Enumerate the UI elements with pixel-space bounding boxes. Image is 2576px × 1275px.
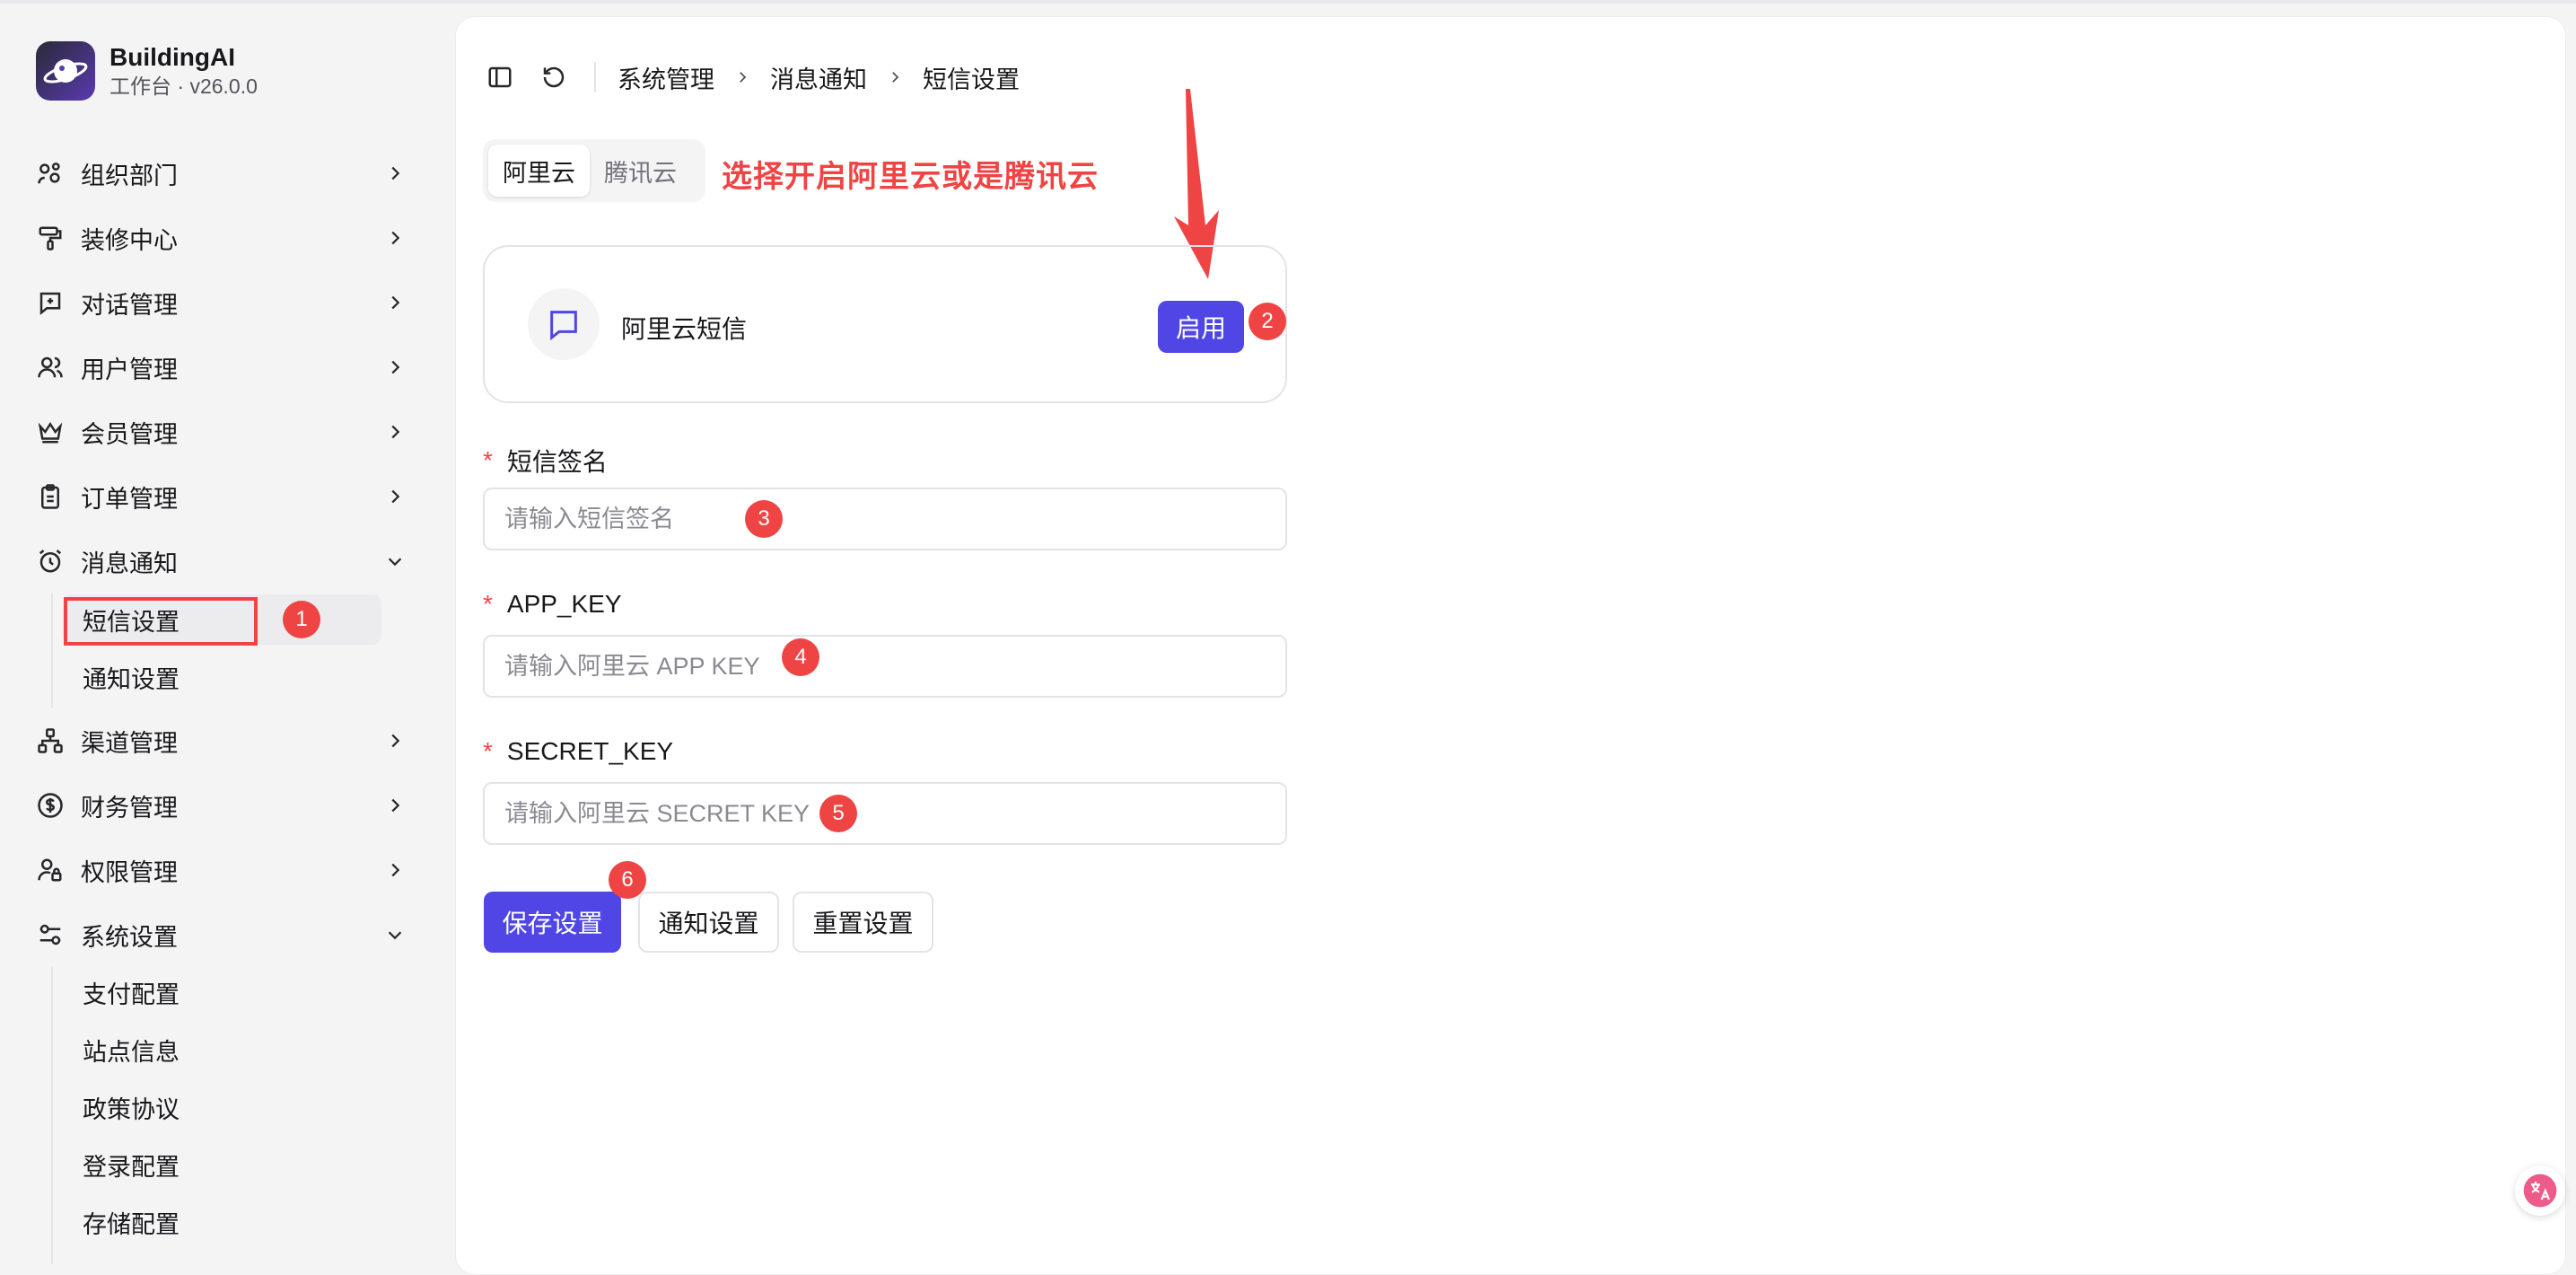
sidebar-item-orders[interactable]: 订单管理 xyxy=(36,471,413,522)
topbar: 系统管理 消息通知 短信设置 xyxy=(483,57,1020,98)
sidebar-item-permissions[interactable]: 权限管理 xyxy=(36,845,413,895)
sidebar-item-label: 会员管理 xyxy=(81,420,178,448)
enable-button[interactable]: 启用 xyxy=(1158,301,1244,353)
submenu-guide-line xyxy=(51,966,53,1264)
sidebar: BuildingAI 工作台 · v26.0.0 组织部门 装修中心 对话管理 … xyxy=(0,0,453,1264)
chevron-right-icon xyxy=(382,484,407,509)
sidebar-item-chat[interactable]: 对话管理 xyxy=(36,277,413,328)
chevron-right-icon xyxy=(382,857,407,883)
secret-key-label: * SECRET_KEY xyxy=(483,737,673,766)
brand-version: 工作台 · v26.0.0 xyxy=(110,75,258,98)
crown-icon xyxy=(36,418,65,446)
app-key-label: * APP_KEY xyxy=(483,590,622,619)
required-mark: * xyxy=(483,737,493,765)
sign-label-text: 短信签名 xyxy=(506,448,608,476)
chevron-right-icon xyxy=(382,161,407,186)
sidebar-item-label: 财务管理 xyxy=(81,794,178,822)
step-badge-4: 4 xyxy=(782,638,819,676)
translate-icon[interactable] xyxy=(2515,1165,2565,1216)
step-badge-5: 5 xyxy=(819,795,857,832)
user-lock-icon xyxy=(36,856,65,884)
submenu-guide-line xyxy=(51,593,53,708)
sidebar-subitem-site-info[interactable]: 站点信息 xyxy=(63,1024,381,1075)
secret-key-input[interactable] xyxy=(483,782,1287,845)
brand-logo-icon xyxy=(36,41,95,101)
app-key-label-text: APP_KEY xyxy=(506,590,622,618)
step-badge-1: 1 xyxy=(283,601,320,638)
sign-input[interactable] xyxy=(483,488,1287,550)
sidebar-item-notifications[interactable]: 消息通知 xyxy=(36,536,413,586)
chevron-down-icon xyxy=(382,922,407,947)
step-badge-6: 6 xyxy=(609,861,646,899)
sidebar-item-label: 对话管理 xyxy=(81,291,178,319)
step-badge-2: 2 xyxy=(1249,303,1286,340)
tab-tencent[interactable]: 腾讯云 xyxy=(590,145,691,197)
chevron-right-icon xyxy=(382,728,407,753)
aliyun-sms-card: 阿里云短信 启用 xyxy=(483,245,1287,403)
required-mark: * xyxy=(483,590,493,618)
chat-icon xyxy=(36,288,65,317)
chevron-right-icon xyxy=(734,69,750,85)
sidebar-item-system-settings[interactable]: 系统设置 xyxy=(36,910,413,960)
sidebar-item-label: 消息通知 xyxy=(81,550,178,577)
annotation-text: 选择开启阿里云或是腾讯云 xyxy=(722,160,1099,194)
sidebar-subitem-storage-config[interactable]: 存储配置 xyxy=(63,1197,381,1247)
brand-name: BuildingAI xyxy=(110,43,235,71)
main-panel: 系统管理 消息通知 短信设置 阿里云 腾讯云 选择开启阿里云或是腾讯云 阿里云短… xyxy=(455,16,2566,1275)
sidebar-item-label: 渠道管理 xyxy=(81,729,178,757)
sidebar-item-org[interactable]: 组织部门 xyxy=(36,148,413,198)
step-badge-3: 3 xyxy=(745,500,783,538)
sidebar-item-label: 系统设置 xyxy=(81,923,178,951)
sidebar-subitem-policy[interactable]: 政策协议 xyxy=(63,1082,381,1132)
tab-aliyun[interactable]: 阿里云 xyxy=(488,145,590,197)
alarm-icon xyxy=(36,547,65,576)
sidebar-item-label: 订单管理 xyxy=(81,485,178,513)
clipboard-icon xyxy=(36,482,65,511)
required-mark: * xyxy=(483,446,493,474)
sidebar-item-channels[interactable]: 渠道管理 xyxy=(36,716,413,766)
chevron-right-icon xyxy=(382,419,407,444)
card-title: 阿里云短信 xyxy=(621,315,748,343)
sidebar-item-label: 装修中心 xyxy=(81,226,178,254)
sidebar-toggle-icon[interactable] xyxy=(483,60,517,94)
secret-key-label-text: SECRET_KEY xyxy=(506,737,674,765)
network-icon xyxy=(36,726,65,755)
sidebar-subitem-login-config[interactable]: 登录配置 xyxy=(63,1139,381,1190)
reset-button[interactable]: 重置设置 xyxy=(793,892,933,953)
chevron-right-icon xyxy=(382,793,407,818)
save-button[interactable]: 保存设置 xyxy=(484,892,621,953)
chevron-right-icon xyxy=(382,225,407,251)
chevron-down-icon xyxy=(382,549,407,574)
sidebar-item-users[interactable]: 用户管理 xyxy=(36,342,413,392)
chevron-right-icon xyxy=(382,355,407,380)
breadcrumb-system[interactable]: 系统管理 xyxy=(618,60,714,95)
message-square-icon xyxy=(528,288,600,360)
topbar-divider xyxy=(594,62,596,92)
sidebar-subitem-payment-config[interactable]: 支付配置 xyxy=(63,967,381,1017)
paint-roller-icon xyxy=(36,224,65,252)
refresh-icon[interactable] xyxy=(537,60,571,94)
sidebar-item-label: 组织部门 xyxy=(81,162,178,189)
sliders-icon xyxy=(36,920,65,949)
dollar-icon xyxy=(36,791,65,820)
breadcrumb-notifications[interactable]: 消息通知 xyxy=(770,60,867,95)
notify-settings-button[interactable]: 通知设置 xyxy=(638,892,779,953)
brand[interactable]: BuildingAI 工作台 · v26.0.0 xyxy=(36,41,258,101)
org-icon xyxy=(36,159,65,188)
sidebar-item-membership[interactable]: 会员管理 xyxy=(36,407,413,457)
chevron-right-icon xyxy=(382,290,407,315)
users-icon xyxy=(36,353,65,382)
breadcrumb-current: 短信设置 xyxy=(923,66,1020,93)
sidebar-item-label: 权限管理 xyxy=(81,858,178,886)
sidebar-item-label: 用户管理 xyxy=(81,356,178,383)
sidebar-item-finance[interactable]: 财务管理 xyxy=(36,780,413,831)
app-key-input[interactable] xyxy=(483,635,1287,698)
provider-tabs: 阿里云 腾讯云 xyxy=(483,139,705,202)
chevron-right-icon xyxy=(887,69,903,85)
annotation-highlight-box xyxy=(64,597,258,646)
sidebar-item-decoration[interactable]: 装修中心 xyxy=(36,213,413,263)
sign-label: * 短信签名 xyxy=(483,443,608,479)
sidebar-subitem-notify-settings[interactable]: 通知设置 xyxy=(63,652,381,702)
